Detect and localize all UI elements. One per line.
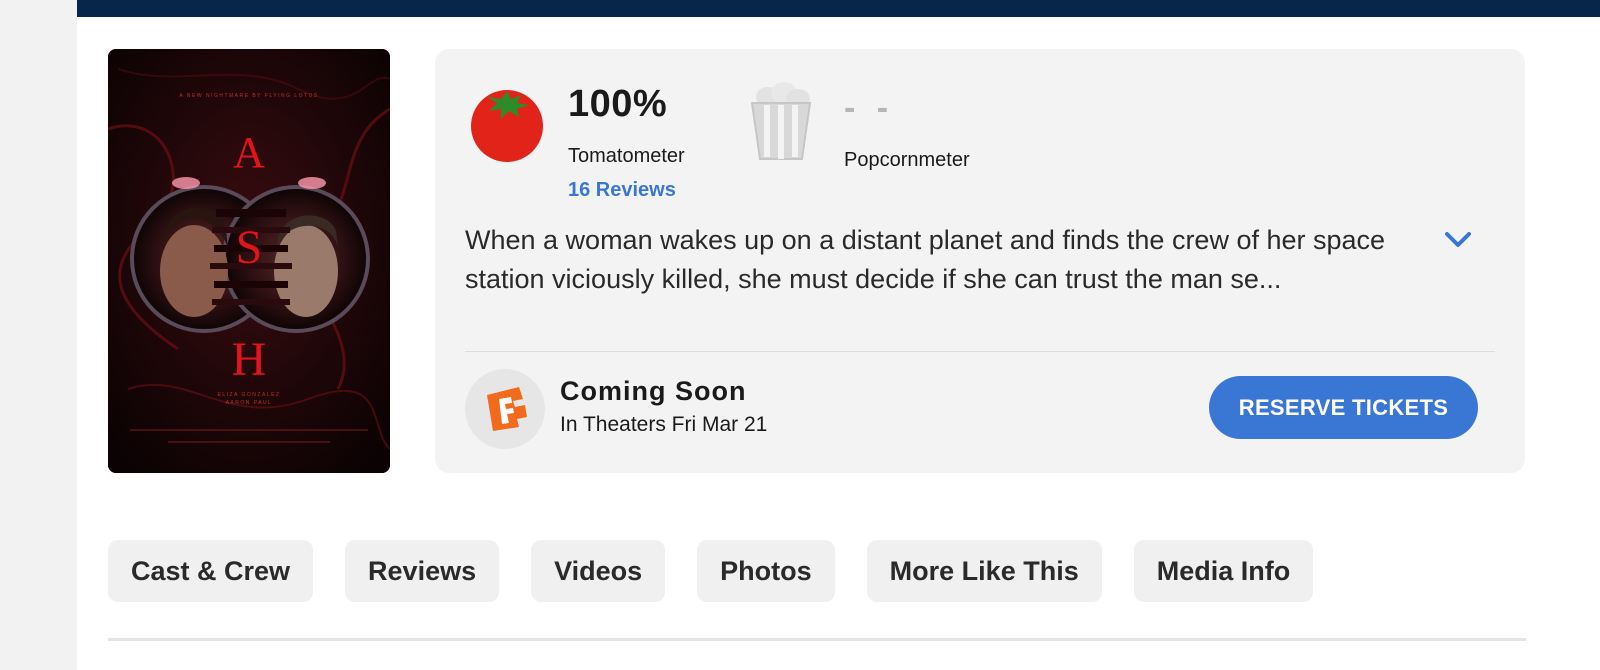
tab-more-like-this[interactable]: More Like This <box>866 540 1102 602</box>
tab-videos[interactable]: Videos <box>531 540 666 602</box>
top-nav-bar <box>77 0 1600 17</box>
tab-reviews[interactable]: Reviews <box>345 540 500 602</box>
poster-letter-a: A <box>233 128 265 177</box>
section-tabs: Cast & Crew Reviews Videos Photos More L… <box>108 540 1314 602</box>
release-status-title: Coming Soon <box>560 376 747 406</box>
tab-media-info[interactable]: Media Info <box>1133 540 1314 602</box>
chevron-down-icon[interactable] <box>1441 227 1475 251</box>
popcornmeter-label: Popcornmeter <box>844 149 970 171</box>
section-divider <box>108 638 1526 641</box>
fandango-icon <box>465 369 545 449</box>
poster-cast-1: ELIZA GONZALEZ <box>218 392 281 398</box>
reviews-count-link[interactable]: 16 Reviews <box>568 179 676 202</box>
tomatometer-score: 100% <box>568 83 668 125</box>
tab-photos[interactable]: Photos <box>697 540 835 602</box>
popcornmeter-score: - - <box>844 89 895 127</box>
synopsis-text: When a woman wakes up on a distant plane… <box>465 225 1386 294</box>
reserve-tickets-button[interactable]: RESERVE TICKETS <box>1209 376 1478 439</box>
poster-credit: A NEW NIGHTMARE BY FLYING LOTUS <box>179 93 318 99</box>
tomato-icon <box>471 90 543 162</box>
poster-cast-2: AARON PAUL <box>226 400 273 406</box>
card-divider <box>465 351 1495 352</box>
movie-info-card: 100% Tomatometer 16 Reviews - - Popcornm… <box>435 49 1525 473</box>
poster-letter-s: S <box>236 221 263 274</box>
poster-letter-h: H <box>232 333 267 386</box>
tab-cast-crew[interactable]: Cast & Crew <box>108 540 314 602</box>
page: A S H A NEW NIGHTMARE BY FLYING LOTUS EL… <box>77 0 1600 670</box>
release-date-text: In Theaters Fri Mar 21 <box>560 413 768 436</box>
tomatometer-label: Tomatometer <box>568 145 685 167</box>
popcorn-bucket-icon <box>750 82 812 160</box>
movie-poster[interactable]: A S H A NEW NIGHTMARE BY FLYING LOTUS EL… <box>108 49 390 473</box>
